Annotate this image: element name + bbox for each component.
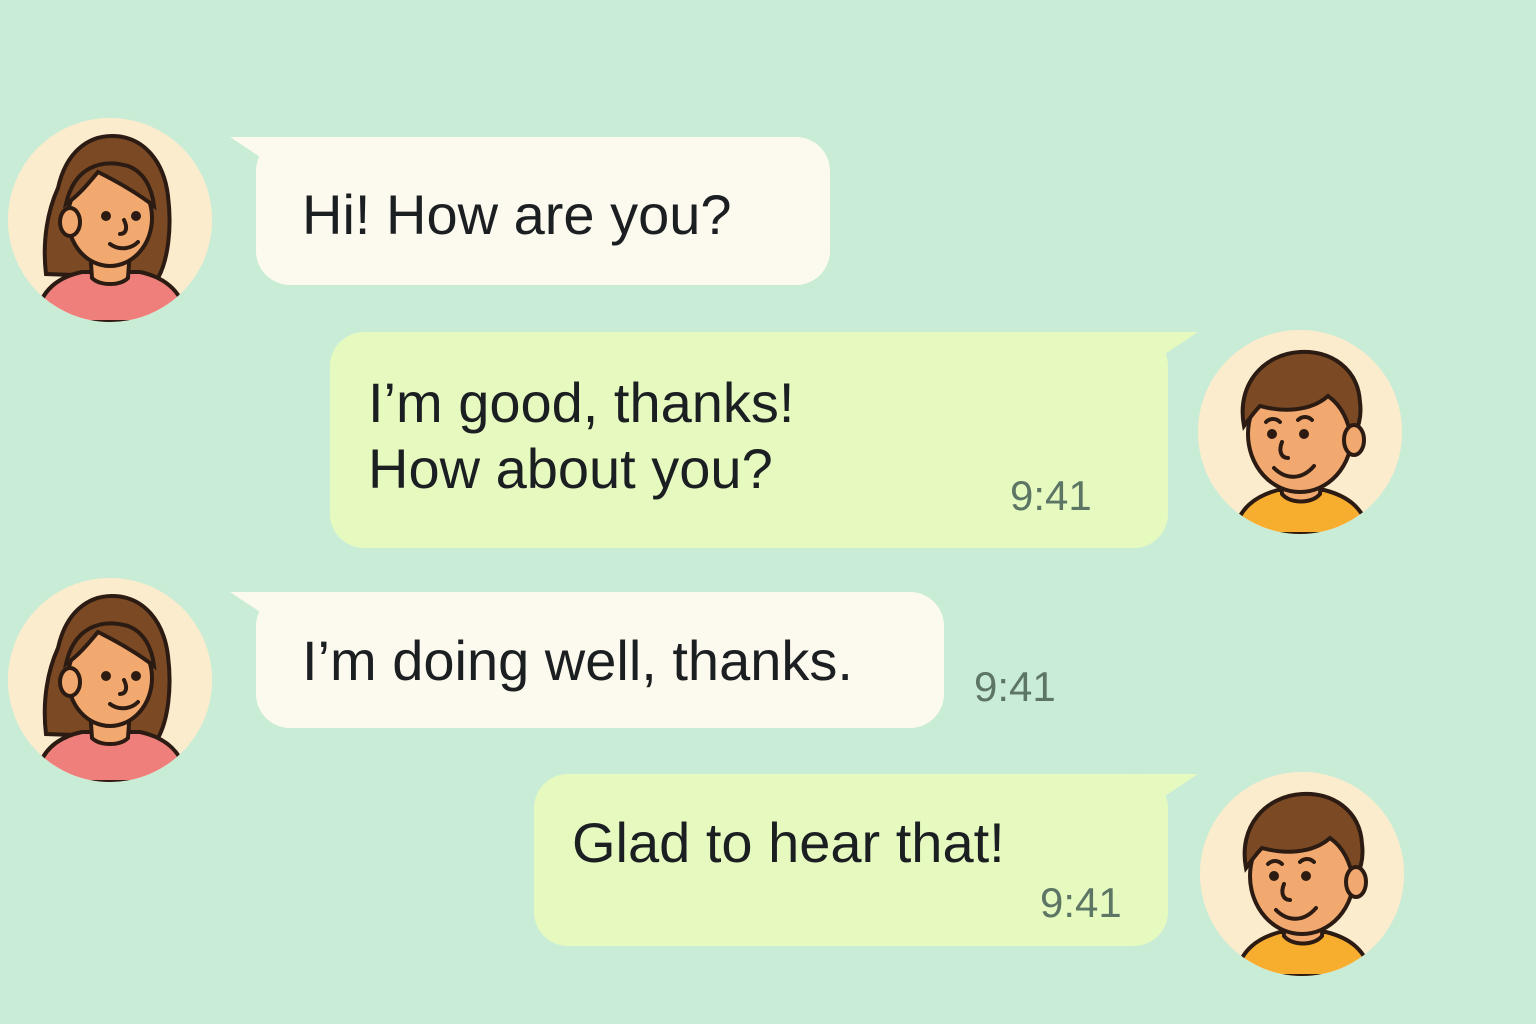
message-bubble-incoming[interactable]: Hi! How are you? <box>256 137 830 285</box>
boy-avatar-icon[interactable] <box>1198 330 1402 534</box>
message-text: I’m doing well, thanks. <box>302 629 853 692</box>
boy-avatar-graphic <box>1198 330 1402 534</box>
girl-avatar-icon[interactable] <box>8 118 212 322</box>
chat-conversation: Hi! How are you? I’m good, thanks! How a… <box>0 0 1536 1024</box>
message-text: I’m good, thanks! How about you? <box>368 371 795 500</box>
message-bubble-outgoing[interactable]: I’m good, thanks! How about you? 9:41 <box>330 332 1168 548</box>
girl-avatar-graphic <box>8 578 212 782</box>
boy-avatar-icon[interactable] <box>1200 772 1404 976</box>
message-text: Hi! How are you? <box>302 183 732 246</box>
message-timestamp: 9:41 <box>974 663 1056 710</box>
message-timestamp: 9:41 <box>1010 472 1092 519</box>
message-bubble-incoming[interactable]: I’m doing well, thanks. <box>256 592 944 728</box>
message-text: Glad to hear that! <box>572 811 1005 874</box>
girl-avatar-graphic <box>8 118 212 322</box>
message-timestamp: 9:41 <box>1040 879 1122 926</box>
message-bubble-outgoing[interactable]: Glad to hear that! 9:41 <box>534 774 1168 946</box>
girl-avatar-icon[interactable] <box>8 578 212 782</box>
boy-avatar-graphic <box>1200 772 1404 976</box>
